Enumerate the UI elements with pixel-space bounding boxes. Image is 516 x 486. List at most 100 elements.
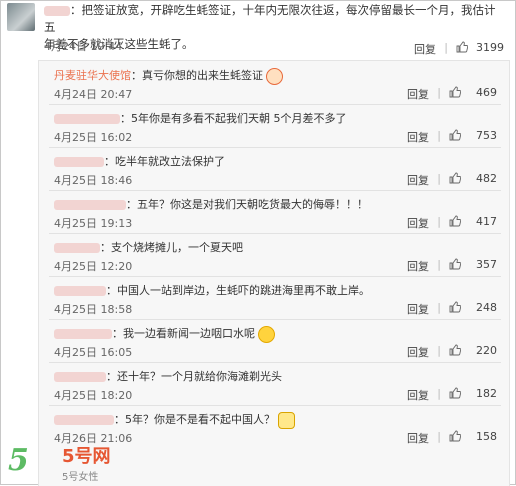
reply-actions: 回复 | 220 [377, 344, 497, 360]
thumbs-up-icon[interactable] [449, 129, 461, 141]
row-divider [49, 405, 501, 406]
reply-text: ：中国人一站到岸边，生蚝吓的跳进海里再不敢上岸。 [54, 282, 370, 298]
reply-text: 丹麦驻华大使馆：真亏你想的出来生蚝签证 [54, 67, 283, 85]
reply-text: ：支个烧烤摊儿，一个夏天吧 [54, 239, 243, 255]
watermark-logo: 5 [8, 443, 29, 478]
reply-button[interactable]: 回复 [407, 301, 429, 317]
comment-actions: 回复 | 3199 [374, 41, 504, 57]
like-count: 482 [476, 172, 497, 185]
reply-body: ：我一边看新闻一边咽口水呢 [112, 327, 255, 340]
thumbs-up-icon[interactable] [449, 258, 461, 270]
reply-item: ：吃半年就改立法保护了 4月25日 18:46 回复 | 482 [39, 150, 509, 190]
blurred-username [44, 5, 70, 16]
reply-button[interactable]: 回复 [407, 172, 429, 188]
reply-actions: 回复 | 753 [377, 129, 497, 145]
drool-icon [258, 325, 275, 343]
divider: | [437, 129, 441, 142]
reply-text: ：五年？你这是对我们天朝吃货最大的侮辱！！！ [54, 196, 368, 212]
blurred-username [54, 329, 112, 339]
reply-actions: 回复 | 417 [377, 215, 497, 231]
row-divider [49, 104, 501, 105]
like-count: 357 [476, 258, 497, 271]
thumbs-up-icon[interactable] [456, 41, 468, 53]
thumbs-up-icon[interactable] [449, 301, 461, 313]
reply-text: ：吃半年就改立法保护了 [54, 153, 225, 169]
reply-item: ：支个烧烤摊儿，一个夏天吧 4月25日 12:20 回复 | 357 [39, 236, 509, 276]
reply-date: 4月25日 12:20 [54, 260, 133, 273]
reply-date: 4月25日 18:58 [54, 303, 133, 316]
grin-icon [266, 67, 283, 85]
reply-body: ：五年？你这是对我们天朝吃货最大的侮辱！！！ [126, 198, 368, 211]
watermark: 5 5号网 5号女性 [2, 438, 137, 484]
reply-body: ：中国人一站到岸边，生蚝吓的跳进海里再不敢上岸。 [106, 284, 370, 297]
row-divider [49, 190, 501, 191]
reply-actions: 回复 | 469 [377, 86, 497, 102]
reply-date: 4月25日 18:46 [54, 174, 133, 187]
reply-body: ：还十年？一个月就给你海滩剃光头 [106, 370, 282, 383]
divider: | [437, 258, 441, 271]
divider: | [437, 215, 441, 228]
divider: | [437, 172, 441, 185]
reply-date: 4月25日 16:05 [54, 346, 133, 359]
row-divider [49, 233, 501, 234]
like-count: 753 [476, 129, 497, 142]
reply-item: ：还十年？一个月就给你海滩剃光头 4月25日 18:20 回复 | 182 [39, 365, 509, 405]
comment-text-line1: ：把签证放宽，开辟吃生蚝签证，十年内无限次往返，每次停留最长一个月，我估计五 [44, 3, 496, 34]
watermark-sub: 5号女性 [62, 472, 99, 483]
row-divider [49, 276, 501, 277]
reply-body: ：支个烧烤摊儿，一个夏天吧 [100, 241, 243, 254]
reply-body: ：5年？你是不是看不起中国人？ [114, 413, 275, 426]
divider: | [444, 41, 448, 54]
reply-text: ：5年你是有多看不起我们天朝 5个月差不多了 [54, 110, 347, 126]
row-divider [49, 362, 501, 363]
thumbs-up-icon[interactable] [449, 344, 461, 356]
reply-button[interactable]: 回复 [407, 344, 429, 360]
divider: | [437, 344, 441, 357]
reply-body: ：5年你是有多看不起我们天朝 5个月差不多了 [120, 112, 347, 125]
cat-face-icon [278, 411, 295, 429]
reply-actions: 回复 | 482 [377, 172, 497, 188]
blurred-username [54, 415, 114, 425]
reply-item: ：中国人一站到岸边，生蚝吓的跳进海里再不敢上岸。 4月25日 18:58 回复 | 24… [39, 279, 509, 319]
reply-button[interactable]: 回复 [407, 86, 429, 102]
thumbs-up-icon[interactable] [449, 430, 461, 442]
thumbs-up-icon[interactable] [449, 86, 461, 98]
reply-actions: 回复 | 182 [377, 387, 497, 403]
reply-username[interactable]: 丹麦驻华大使馆 [54, 69, 131, 82]
divider: | [437, 387, 441, 400]
top-comment: ：把签证放宽，开辟吃生蚝签证，十年内无限次往返，每次停留最长一个月，我估计五 年… [0, 0, 516, 58]
reply-text: ：我一边看新闻一边咽口水呢 [54, 325, 275, 343]
reply-date: 4月24日 20:47 [54, 88, 133, 101]
reply-button[interactable]: 回复 [407, 430, 429, 446]
reply-date: 4月25日 16:02 [54, 131, 133, 144]
reply-item: ：5年你是有多看不起我们天朝 5个月差不多了 4月25日 16:02 回复 | 753 [39, 107, 509, 147]
like-count: 220 [476, 344, 497, 357]
reply-text: ：5年？你是不是看不起中国人？ [54, 411, 295, 429]
like-count: 158 [476, 430, 497, 443]
blurred-username [54, 200, 126, 210]
divider: | [437, 430, 441, 443]
like-count: 248 [476, 301, 497, 314]
row-divider [49, 319, 501, 320]
divider: | [437, 86, 441, 99]
row-divider [49, 147, 501, 148]
reply-date: 4月25日 19:13 [54, 217, 133, 230]
thumbs-up-icon[interactable] [449, 215, 461, 227]
avatar[interactable] [7, 3, 35, 31]
reply-item: 丹麦驻华大使馆：真亏你想的出来生蚝签证 4月24日 20:47 回复 | 469 [39, 64, 509, 104]
blurred-username [54, 243, 100, 253]
reply-button[interactable]: 回复 [414, 41, 436, 57]
reply-button[interactable]: 回复 [407, 258, 429, 274]
watermark-name: 5号网 [62, 446, 111, 467]
thumbs-up-icon[interactable] [449, 387, 461, 399]
thumbs-up-icon[interactable] [449, 172, 461, 184]
reply-button[interactable]: 回复 [407, 129, 429, 145]
like-count: 417 [476, 215, 497, 228]
divider: | [437, 301, 441, 314]
reply-item: ：我一边看新闻一边咽口水呢 4月25日 16:05 回复 | 220 [39, 322, 509, 362]
reply-button[interactable]: 回复 [407, 387, 429, 403]
reply-item: ：五年？你这是对我们天朝吃货最大的侮辱！！！ 4月25日 19:13 回复 | 417 [39, 193, 509, 233]
blurred-username [54, 372, 106, 382]
reply-actions: 回复 | 357 [377, 258, 497, 274]
reply-button[interactable]: 回复 [407, 215, 429, 231]
